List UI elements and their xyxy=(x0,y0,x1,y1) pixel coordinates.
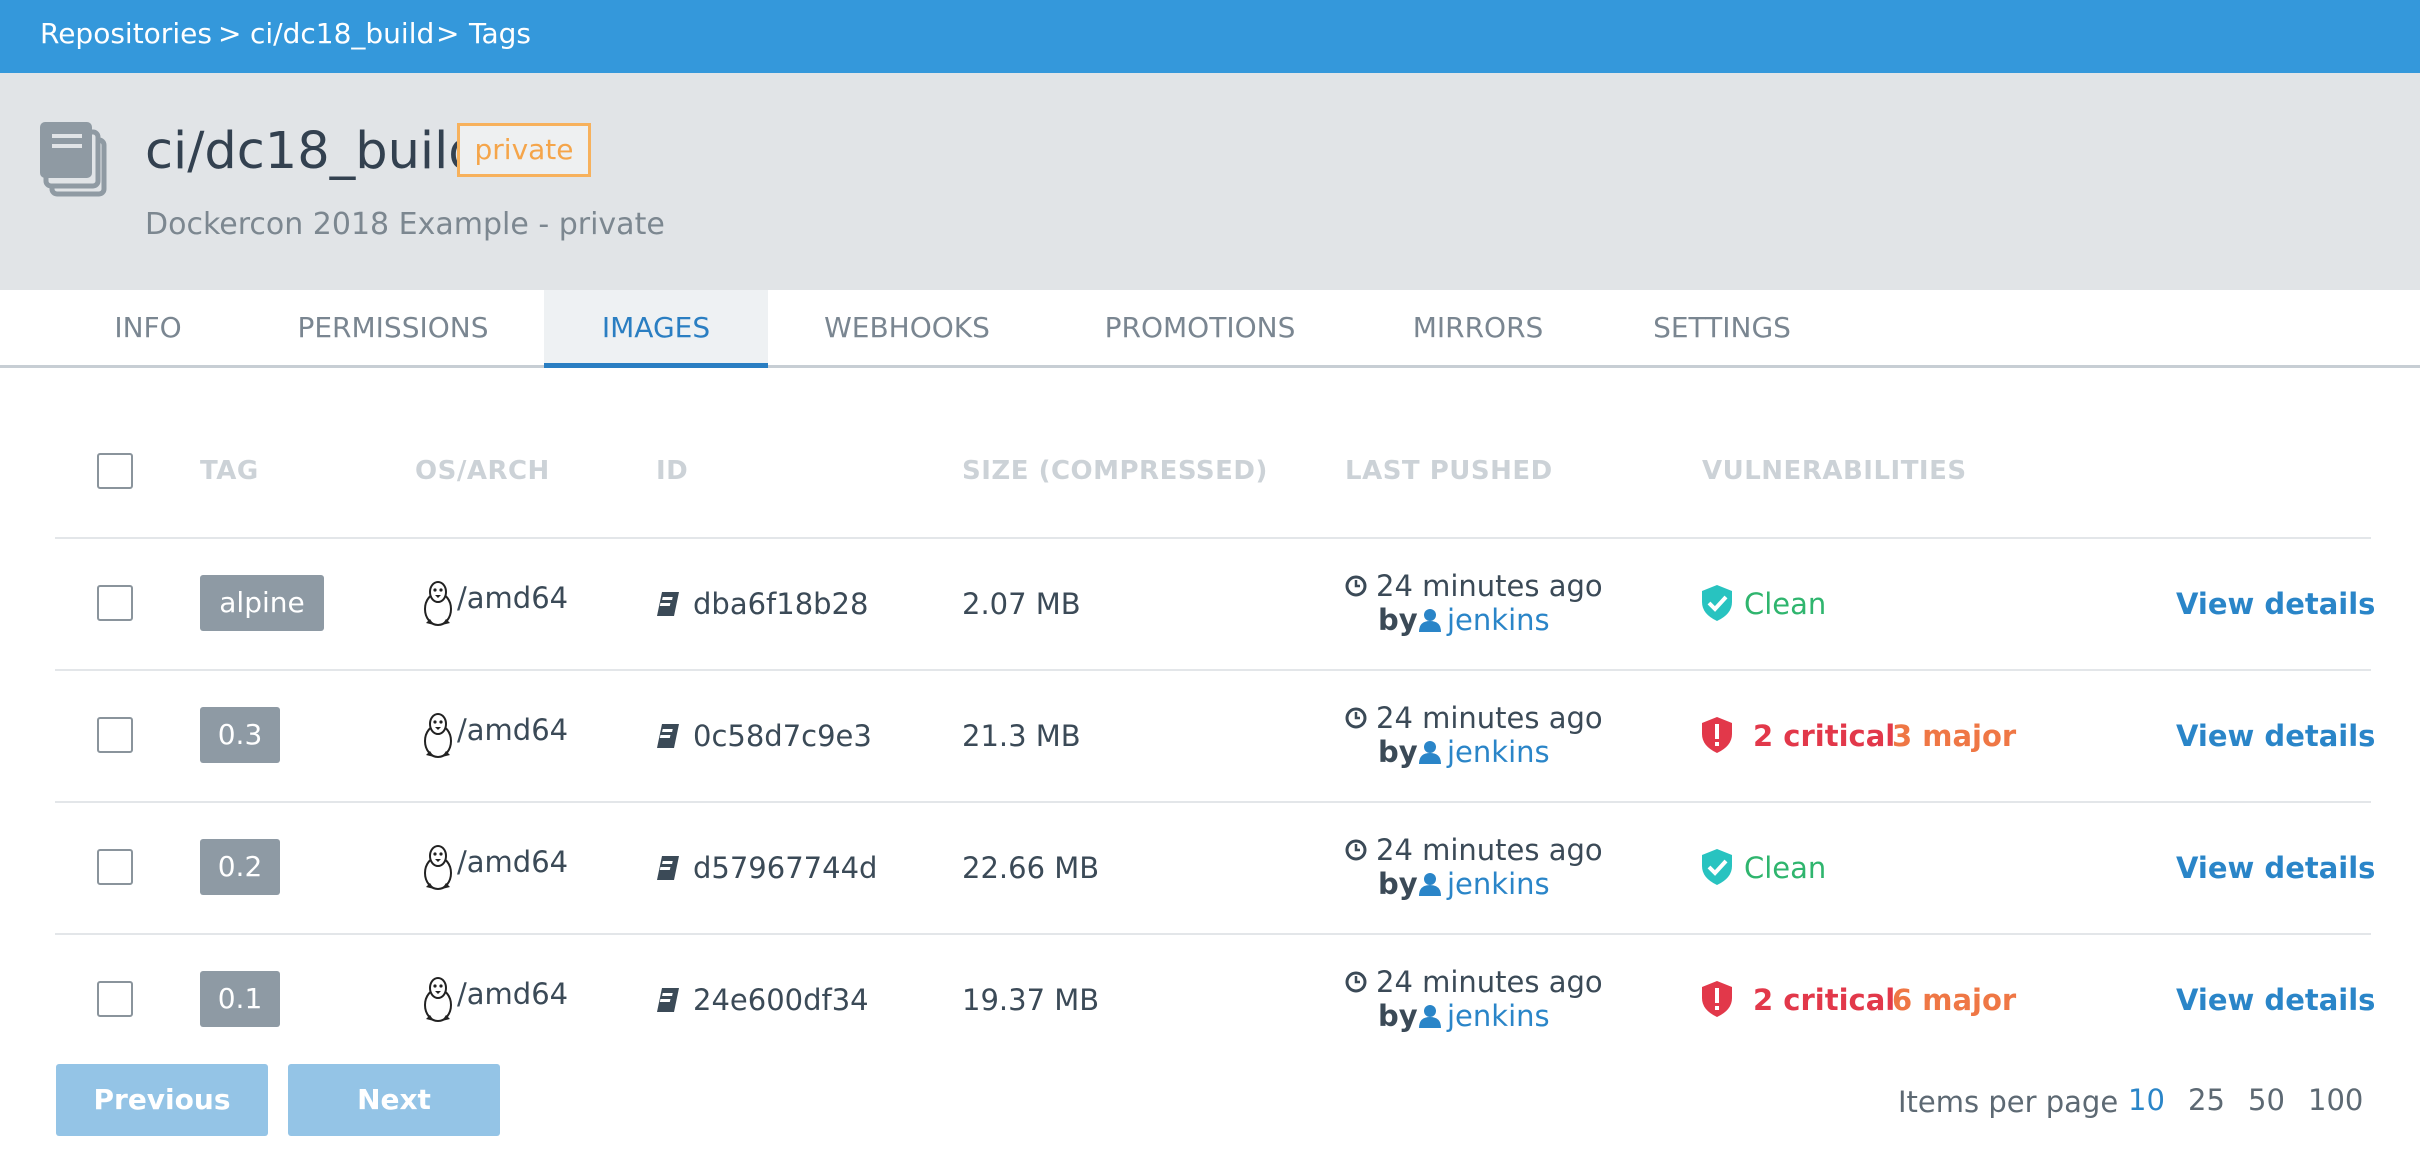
breadcrumb: Repositories > ci/dc18_build > Tags xyxy=(0,0,2420,73)
image-size: 19.37 MB xyxy=(962,983,1100,1017)
user-icon xyxy=(1419,609,1441,632)
critical-count: 2 critical xyxy=(1753,983,1896,1017)
row-divider xyxy=(55,933,2371,935)
os-arch: /amd64 xyxy=(457,581,569,615)
shield-check-icon xyxy=(1702,585,1732,621)
select-all-checkbox[interactable] xyxy=(97,453,133,489)
repository-books-icon xyxy=(40,122,107,197)
shield-alert-icon xyxy=(1702,981,1732,1017)
column-header-last-pushed[interactable]: LAST PUSHED xyxy=(1345,453,1553,489)
tab-webhooks[interactable]: WEBHOOKS xyxy=(800,290,1014,365)
linux-tux-icon xyxy=(424,845,452,890)
column-header-id[interactable]: ID xyxy=(656,453,688,489)
tag-badge: 0.1 xyxy=(200,971,280,1027)
tab-info[interactable]: INFO xyxy=(80,290,216,365)
row-checkbox[interactable] xyxy=(97,981,133,1017)
major-count: 6 major xyxy=(1892,983,2017,1017)
tag-badge: 0.3 xyxy=(200,707,280,763)
pushed-by-label: by xyxy=(1378,867,1418,901)
pushed-by-user-link[interactable]: jenkins xyxy=(1447,866,1550,902)
previous-button[interactable]: Previous xyxy=(56,1064,268,1136)
shield-check-icon xyxy=(1702,849,1732,885)
pushed-by-user-link[interactable]: jenkins xyxy=(1447,734,1550,770)
pushed-by-label: by xyxy=(1378,603,1418,637)
clock-icon xyxy=(1345,971,1367,993)
os-arch: /amd64 xyxy=(457,713,569,747)
last-pushed-time: 24 minutes ago xyxy=(1376,965,1603,999)
repo-tabs: INFO PERMISSIONS IMAGES WEBHOOKS PROMOTI… xyxy=(0,290,2420,368)
clock-icon xyxy=(1345,839,1367,861)
image-size: 22.66 MB xyxy=(962,851,1100,885)
tab-permissions[interactable]: PERMISSIONS xyxy=(278,290,508,365)
last-pushed-time: 24 minutes ago xyxy=(1376,833,1603,867)
vulnerability-clean: Clean xyxy=(1744,587,1827,621)
view-details-link[interactable]: View details xyxy=(2176,980,2375,1020)
image-id-icon xyxy=(657,592,679,616)
row-checkbox[interactable] xyxy=(97,717,133,753)
clock-icon xyxy=(1345,707,1367,729)
user-icon xyxy=(1419,1005,1441,1028)
tab-settings[interactable]: SETTINGS xyxy=(1640,290,1804,365)
vulnerability-clean: Clean xyxy=(1744,851,1827,885)
view-details-link[interactable]: View details xyxy=(2176,584,2375,624)
page-title: ci/dc18_build xyxy=(145,122,481,181)
page-size-option-100[interactable]: 100 xyxy=(2308,1082,2363,1118)
shield-alert-icon xyxy=(1702,717,1732,753)
column-header-vulnerabilities[interactable]: VULNERABILITIES xyxy=(1702,453,1967,489)
image-id[interactable]: dba6f18b28 xyxy=(693,584,868,624)
view-details-link[interactable]: View details xyxy=(2176,716,2375,756)
image-size: 21.3 MB xyxy=(962,719,1081,753)
image-id[interactable]: 0c58d7c9e3 xyxy=(693,716,872,756)
image-id-icon xyxy=(657,856,679,880)
image-id[interactable]: 24e600df34 xyxy=(693,980,869,1020)
next-button[interactable]: Next xyxy=(288,1064,500,1136)
pushed-by-label: by xyxy=(1378,735,1418,769)
last-pushed-time: 24 minutes ago xyxy=(1376,701,1603,735)
image-id-icon xyxy=(657,724,679,748)
breadcrumb-separator: > xyxy=(218,17,242,50)
row-checkbox[interactable] xyxy=(97,849,133,885)
column-header-os-arch[interactable]: OS/ARCH xyxy=(415,453,550,489)
breadcrumb-repo[interactable]: ci/dc18_build xyxy=(250,16,434,52)
view-details-link[interactable]: View details xyxy=(2176,848,2375,888)
row-divider xyxy=(55,537,2371,539)
tab-images[interactable]: IMAGES xyxy=(544,290,768,368)
tab-promotions[interactable]: PROMOTIONS xyxy=(1086,290,1314,365)
repo-description: Dockercon 2018 Example - private xyxy=(145,207,665,242)
row-divider xyxy=(55,801,2371,803)
pushed-by-label: by xyxy=(1378,999,1418,1033)
breadcrumb-repositories[interactable]: Repositories xyxy=(40,16,212,52)
tag-badge: alpine xyxy=(200,575,324,631)
pushed-by-user-link[interactable]: jenkins xyxy=(1447,602,1550,638)
critical-count: 2 critical xyxy=(1753,719,1896,753)
tag-badge: 0.2 xyxy=(200,839,280,895)
row-checkbox[interactable] xyxy=(97,585,133,621)
page-size-option-10[interactable]: 10 xyxy=(2128,1082,2165,1118)
linux-tux-icon xyxy=(424,581,452,626)
linux-tux-icon xyxy=(424,977,452,1022)
repo-header: ci/dc18_build private Dockercon 2018 Exa… xyxy=(0,73,2420,290)
page-size-option-50[interactable]: 50 xyxy=(2248,1082,2285,1118)
linux-tux-icon xyxy=(424,713,452,758)
breadcrumb-separator: > xyxy=(436,17,460,50)
last-pushed-time: 24 minutes ago xyxy=(1376,569,1603,603)
items-per-page-label: Items per page xyxy=(1898,1085,2119,1119)
page-size-option-25[interactable]: 25 xyxy=(2188,1082,2225,1118)
clock-icon xyxy=(1345,575,1367,597)
column-header-tag[interactable]: TAG xyxy=(200,453,259,489)
image-id-icon xyxy=(657,988,679,1012)
major-count: 3 major xyxy=(1892,719,2017,753)
breadcrumb-tags: Tags xyxy=(469,17,531,50)
os-arch: /amd64 xyxy=(457,845,569,879)
os-arch: /amd64 xyxy=(457,977,569,1011)
user-icon xyxy=(1419,741,1441,764)
column-header-size[interactable]: SIZE (COMPRESSED) xyxy=(962,453,1268,489)
row-divider xyxy=(55,669,2371,671)
tab-mirrors[interactable]: MIRRORS xyxy=(1396,290,1560,365)
user-icon xyxy=(1419,873,1441,896)
image-size: 2.07 MB xyxy=(962,587,1081,621)
image-id[interactable]: d57967744d xyxy=(693,848,877,888)
pushed-by-user-link[interactable]: jenkins xyxy=(1447,998,1550,1034)
visibility-badge: private xyxy=(457,123,591,177)
